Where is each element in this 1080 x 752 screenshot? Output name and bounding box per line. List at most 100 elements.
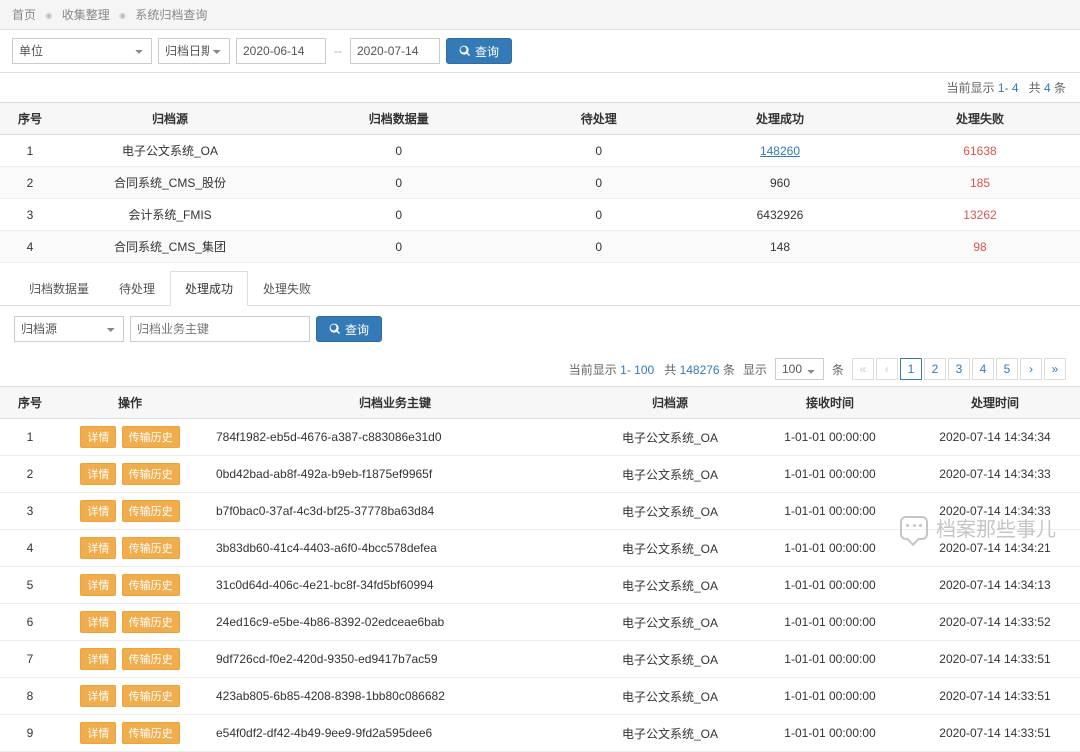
query-button[interactable]: 查询 (446, 38, 512, 64)
detail-button[interactable]: 详情 (80, 722, 116, 744)
table-row: 4 合同系统_CMS_集团 0 0 148 98 (0, 231, 1080, 263)
history-button[interactable]: 传输历史 (122, 463, 180, 485)
cell-op: 详情 传输历史 (60, 493, 200, 530)
cell-idx: 4 (0, 530, 60, 567)
cell-success[interactable]: 960 (680, 167, 880, 199)
detail-button[interactable]: 详情 (80, 463, 116, 485)
cell-count: 0 (280, 167, 517, 199)
cell-recv: 1-01-01 00:00:00 (750, 419, 910, 456)
crumb-current: 系统归档查询 (135, 8, 207, 22)
page-prev[interactable]: ‹ (876, 358, 898, 380)
cell-source: 电子公文系统_OA (590, 493, 750, 530)
detail-button[interactable]: 详情 (80, 685, 116, 707)
history-button[interactable]: 传输历史 (122, 648, 180, 670)
show-label: 显示 (743, 361, 767, 378)
cell-idx: 2 (0, 167, 60, 199)
sub-query-button[interactable]: 查询 (316, 316, 382, 342)
search-icon (459, 45, 471, 57)
crumb-collect[interactable]: 收集整理 (62, 8, 110, 22)
cell-op: 详情 传输历史 (60, 604, 200, 641)
th-pending: 待处理 (517, 103, 680, 135)
table-row: 2 详情 传输历史 0bd42bad-ab8f-492a-b9eb-f1875e… (0, 456, 1080, 493)
sub-toolbar: 归档源 查询 (0, 306, 1080, 352)
cell-idx: 2 (0, 456, 60, 493)
history-button[interactable]: 传输历史 (122, 426, 180, 448)
page-4[interactable]: 4 (972, 358, 994, 380)
page-3[interactable]: 3 (948, 358, 970, 380)
table-row: 1 详情 传输历史 784f1982-eb5d-4676-a387-c88308… (0, 419, 1080, 456)
search-icon (329, 323, 341, 335)
cell-recv: 1-01-01 00:00:00 (750, 567, 910, 604)
cell-idx: 1 (0, 419, 60, 456)
detail-button[interactable]: 详情 (80, 500, 116, 522)
cell-source: 合同系统_CMS_集团 (60, 231, 280, 263)
detail-button[interactable]: 详情 (80, 426, 116, 448)
th-source: 归档源 (60, 103, 280, 135)
th-success: 处理成功 (680, 103, 880, 135)
th-key: 归档业务主键 (200, 387, 590, 419)
cell-count: 0 (280, 231, 517, 263)
cell-idx: 3 (0, 493, 60, 530)
crumb-home[interactable]: 首页 (12, 8, 36, 22)
source-select[interactable]: 归档源 (14, 316, 124, 342)
tab-1[interactable]: 待处理 (104, 271, 170, 305)
cell-source: 电子公文系统_OA (590, 604, 750, 641)
date-type-select[interactable]: 归档日期 (158, 38, 230, 64)
table-row: 5 详情 传输历史 31c0d64d-406c-4e21-bc8f-34fd5b… (0, 567, 1080, 604)
tab-3[interactable]: 处理失败 (248, 271, 326, 305)
cell-key: 3b83db60-41c4-4403-a6f0-4bcc578defea (200, 530, 590, 567)
cell-count: 0 (280, 199, 517, 231)
cell-source: 电子公文系统_OA (60, 135, 280, 167)
cell-proc: 2020-07-14 14:34:33 (910, 493, 1080, 530)
cell-op: 详情 传输历史 (60, 456, 200, 493)
unit-select[interactable]: 单位 (12, 38, 152, 64)
history-button[interactable]: 传输历史 (122, 685, 180, 707)
key-input[interactable] (130, 316, 310, 342)
history-button[interactable]: 传输历史 (122, 537, 180, 559)
crumb-sep (119, 8, 126, 22)
cell-fail: 185 (880, 167, 1080, 199)
cell-source: 电子公文系统_OA (590, 715, 750, 752)
summary-table: 序号 归档源 归档数据量 待处理 处理成功 处理失败 1 电子公文系统_OA 0… (0, 102, 1080, 263)
tab-0[interactable]: 归档数据量 (14, 271, 104, 305)
th-proc: 处理时间 (910, 387, 1080, 419)
cell-key: 0bd42bad-ab8f-492a-b9eb-f1875ef9965f (200, 456, 590, 493)
detail-button[interactable]: 详情 (80, 648, 116, 670)
th-source: 归档源 (590, 387, 750, 419)
detail-button[interactable]: 详情 (80, 611, 116, 633)
cell-source: 电子公文系统_OA (590, 567, 750, 604)
cell-pending: 0 (517, 135, 680, 167)
page-5[interactable]: 5 (996, 358, 1018, 380)
pagination: « ‹ 12345›» (852, 358, 1066, 380)
cell-source: 电子公文系统_OA (590, 419, 750, 456)
detail-button[interactable]: 详情 (80, 574, 116, 596)
page-size-select[interactable]: 100 (775, 358, 824, 380)
page-last[interactable]: » (1044, 358, 1066, 380)
page-2[interactable]: 2 (924, 358, 946, 380)
page-1[interactable]: 1 (900, 358, 922, 380)
cell-op: 详情 传输历史 (60, 419, 200, 456)
cell-success[interactable]: 148260 (680, 135, 880, 167)
date-from-input[interactable] (236, 38, 326, 64)
cell-idx: 9 (0, 715, 60, 752)
history-button[interactable]: 传输历史 (122, 574, 180, 596)
page-first[interactable]: « (852, 358, 874, 380)
cell-proc: 2020-07-14 14:33:51 (910, 715, 1080, 752)
cell-recv: 1-01-01 00:00:00 (750, 456, 910, 493)
cell-idx: 8 (0, 678, 60, 715)
cell-fail: 98 (880, 231, 1080, 263)
tab-2[interactable]: 处理成功 (170, 271, 248, 306)
cell-success[interactable]: 6432926 (680, 199, 880, 231)
cell-idx: 5 (0, 567, 60, 604)
history-button[interactable]: 传输历史 (122, 722, 180, 744)
cell-op: 详情 传输历史 (60, 567, 200, 604)
page-next[interactable]: › (1020, 358, 1042, 380)
history-button[interactable]: 传输历史 (122, 611, 180, 633)
detail-button[interactable]: 详情 (80, 537, 116, 559)
cell-op: 详情 传输历史 (60, 641, 200, 678)
history-button[interactable]: 传输历史 (122, 500, 180, 522)
cell-proc: 2020-07-14 14:33:52 (910, 604, 1080, 641)
date-to-input[interactable] (350, 38, 440, 64)
cell-success[interactable]: 148 (680, 231, 880, 263)
cell-proc: 2020-07-14 14:34:33 (910, 456, 1080, 493)
